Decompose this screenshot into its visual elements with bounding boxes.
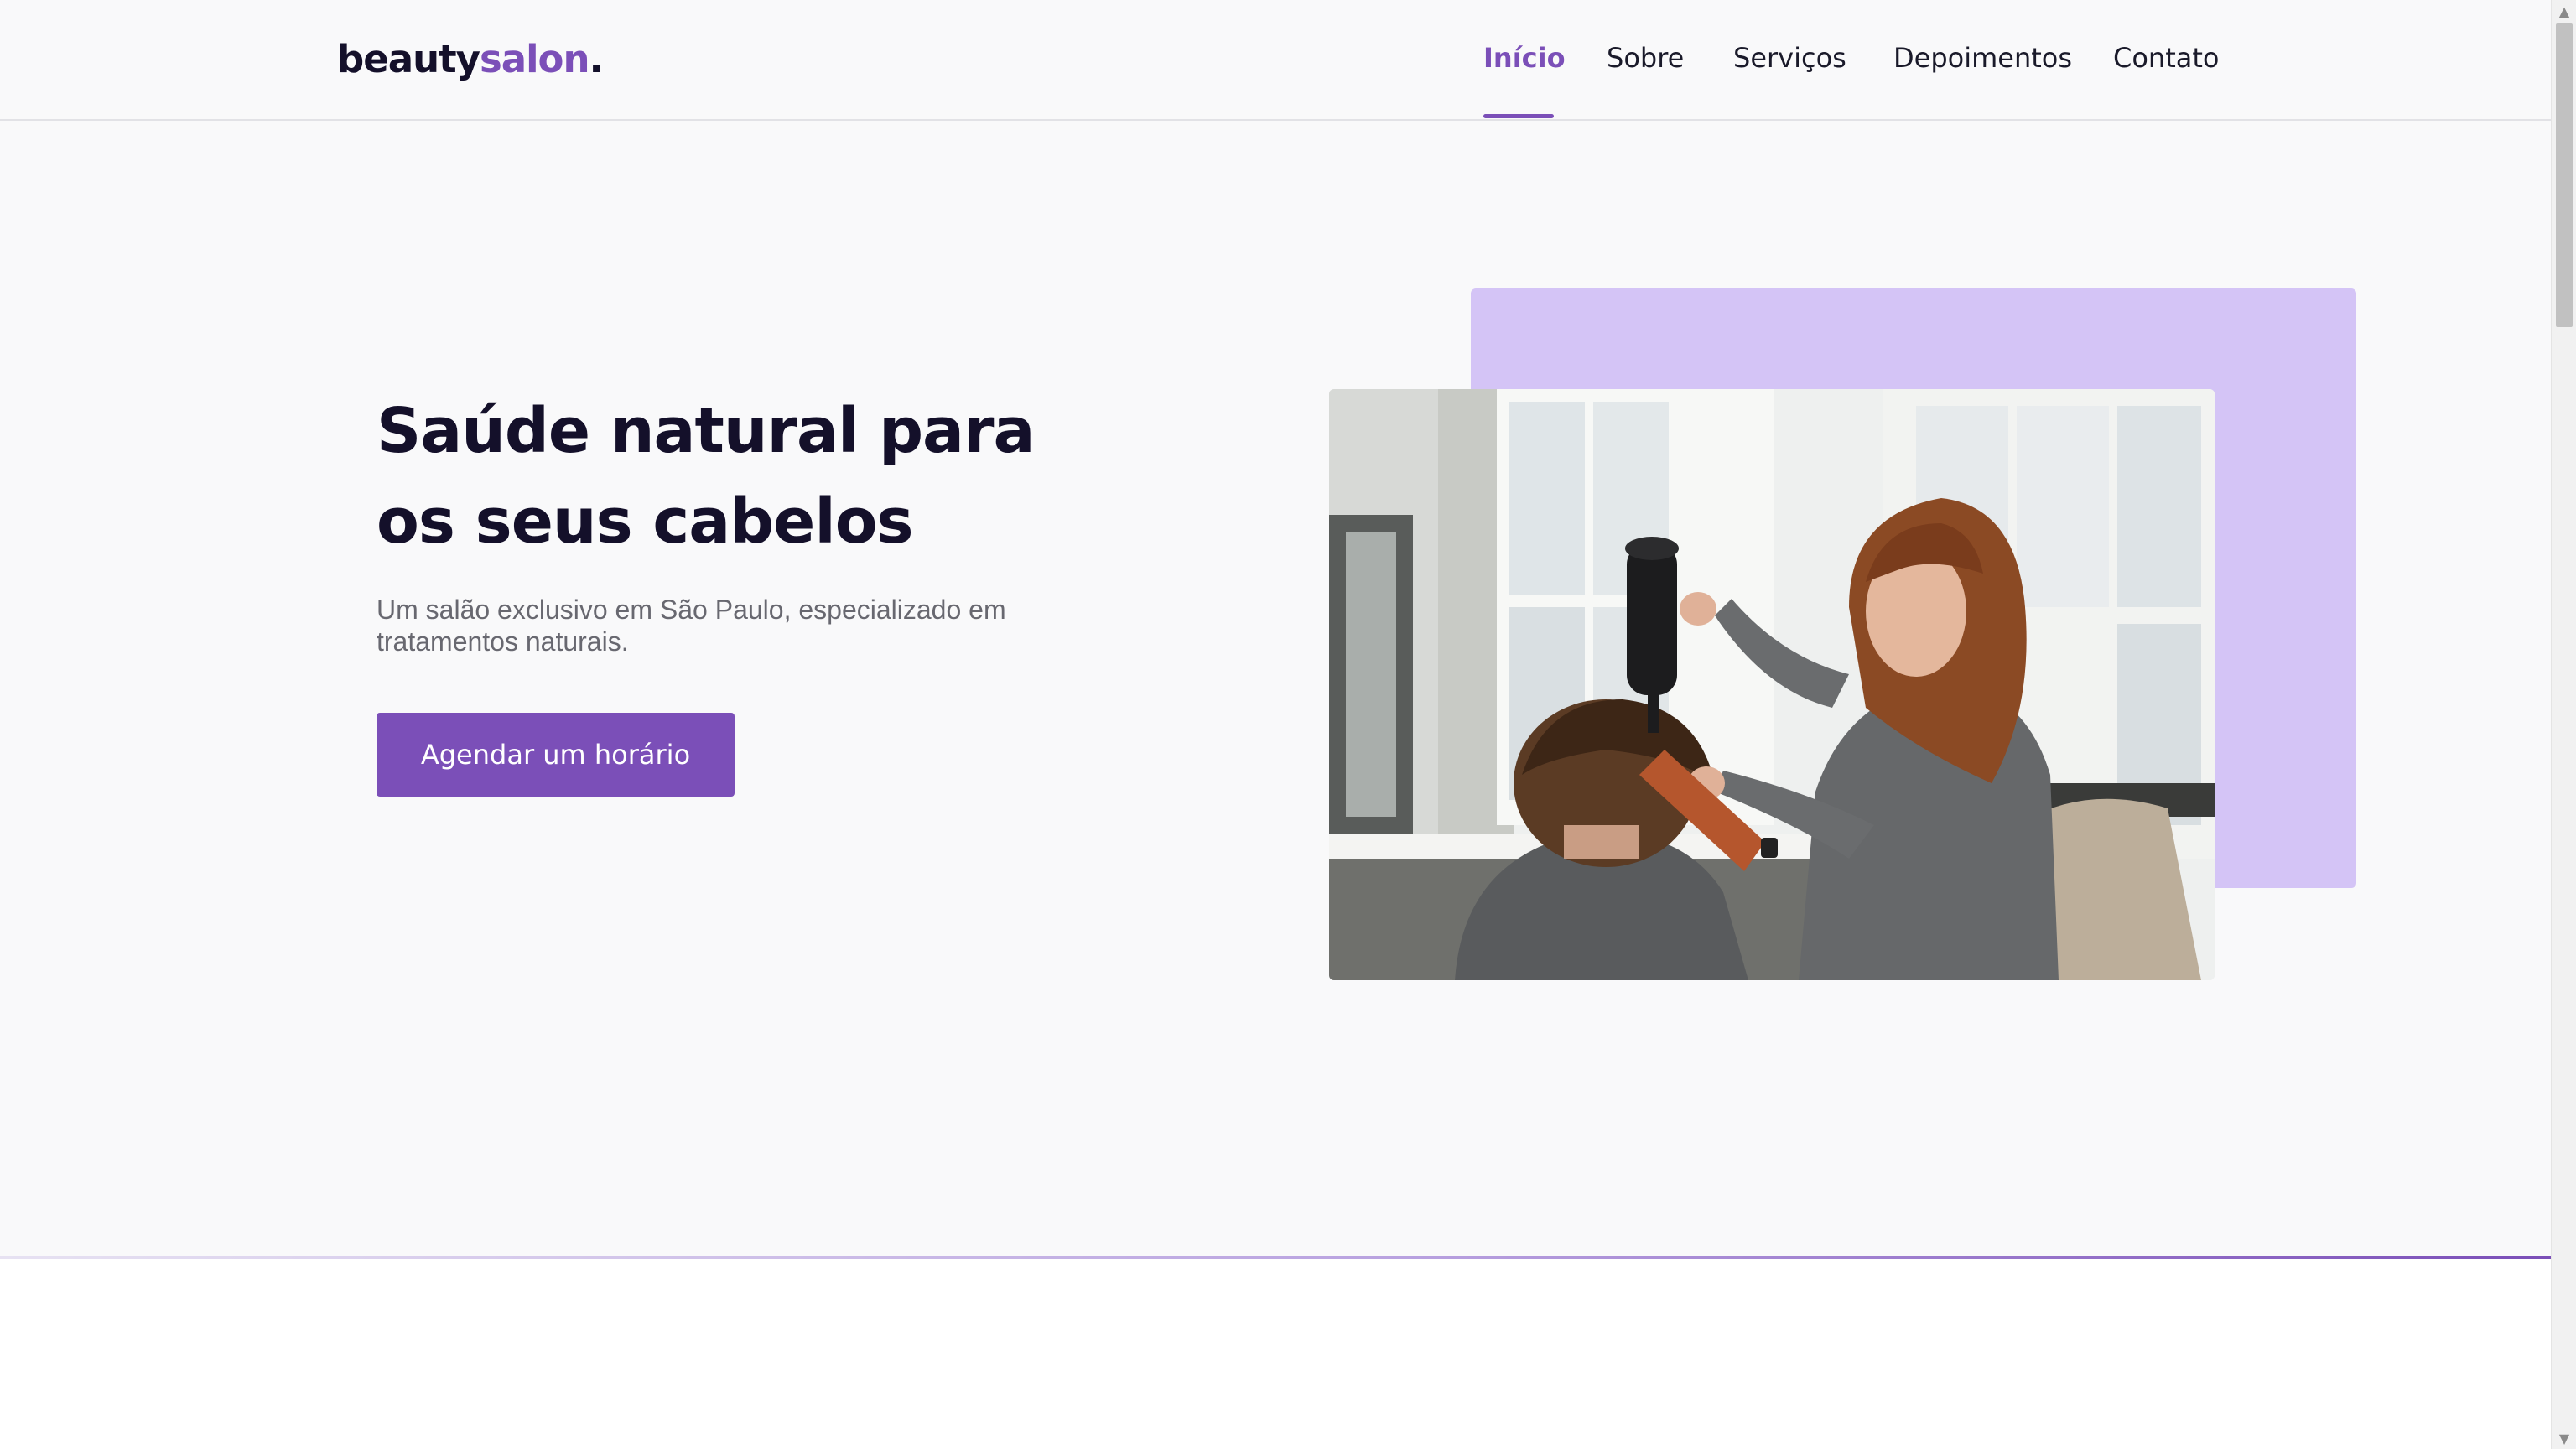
page: beautysalon. Início Sobre Serviços Depoi…	[0, 0, 2551, 1449]
site-header: beautysalon. Início Sobre Serviços Depoi…	[0, 0, 2551, 121]
nav-item-servicos[interactable]: Serviços	[1733, 42, 1846, 74]
nav-item-depoimentos[interactable]: Depoimentos	[1893, 42, 2072, 74]
hero-title: Saúde natural para os seus cabelos	[377, 386, 1131, 567]
hero-subtitle: Um salão exclusivo em São Paulo, especia…	[377, 595, 1006, 657]
vertical-scrollbar[interactable]: ▲ ▼	[2551, 0, 2576, 1449]
nav-item-contato[interactable]: Contato	[2113, 42, 2219, 74]
scroll-up-arrow-icon[interactable]: ▲	[2552, 0, 2576, 22]
book-appointment-label: Agendar um horário	[420, 739, 691, 771]
scroll-down-arrow-icon[interactable]: ▼	[2552, 1427, 2576, 1449]
hero-title-line1: Saúde natural para	[377, 395, 1035, 467]
hairdresser-illustration	[1329, 389, 2215, 980]
main-nav: Início Sobre Serviços Depoimentos Contat…	[0, 0, 2264, 121]
nav-item-inicio[interactable]: Início	[1483, 42, 1566, 74]
nav-item-sobre[interactable]: Sobre	[1607, 42, 1684, 74]
scrollbar-thumb[interactable]	[2556, 23, 2573, 327]
hairdresser-photo	[1329, 389, 2215, 980]
next-section	[0, 1259, 2551, 1449]
book-appointment-button[interactable]: Agendar um horário	[377, 713, 735, 797]
active-nav-indicator	[1483, 114, 1554, 118]
hero-title-line2: os seus cabelos	[377, 486, 914, 558]
